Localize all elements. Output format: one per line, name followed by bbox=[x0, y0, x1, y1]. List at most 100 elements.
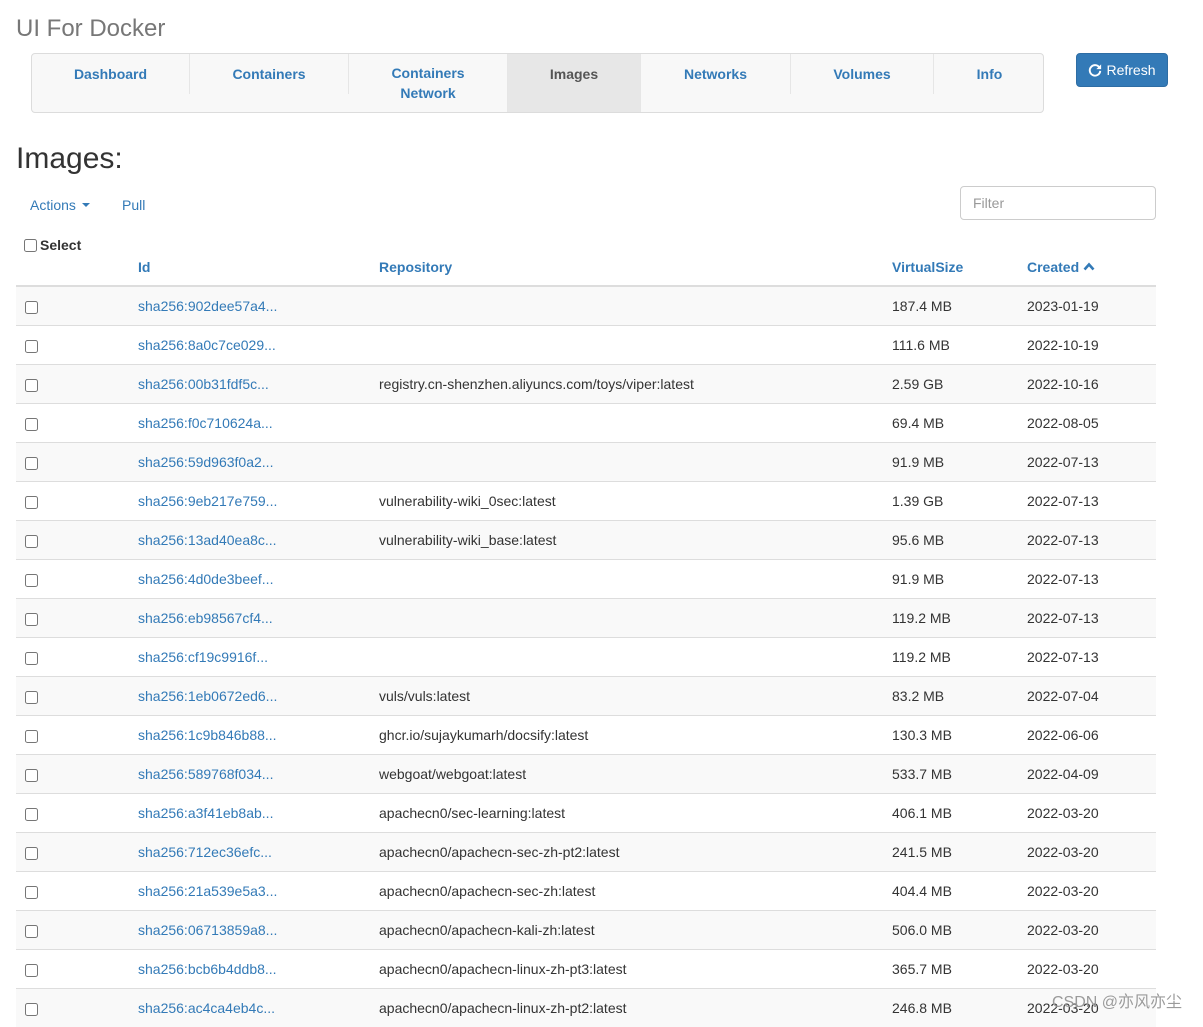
created-cell: 2022-03-20 bbox=[1027, 794, 1156, 833]
sort-by-size[interactable]: VirtualSize bbox=[892, 259, 963, 275]
created-cell: 2023-01-19 bbox=[1027, 286, 1156, 326]
image-id-link[interactable]: sha256:1eb0672ed6... bbox=[138, 688, 277, 704]
row-checkbox[interactable] bbox=[25, 340, 38, 353]
row-checkbox[interactable] bbox=[25, 691, 38, 704]
row-checkbox[interactable] bbox=[25, 847, 38, 860]
tab-images[interactable]: Images bbox=[508, 54, 641, 112]
image-id-link[interactable]: sha256:1c9b846b88... bbox=[138, 727, 277, 743]
size-cell: 130.3 MB bbox=[892, 716, 1027, 755]
tab-dashboard[interactable]: Dashboard bbox=[32, 54, 190, 94]
repository-cell: apachecn0/apachecn-linux-zh-pt2:latest bbox=[379, 989, 892, 1027]
row-checkbox[interactable] bbox=[25, 574, 38, 587]
row-select-cell bbox=[16, 286, 138, 326]
size-header: VirtualSize bbox=[892, 231, 1027, 286]
row-checkbox[interactable] bbox=[25, 535, 38, 548]
table-row: sha256:ac4ca4eb4c... apachecn0/apachecn-l… bbox=[16, 989, 1156, 1027]
size-cell: 2.59 GB bbox=[892, 365, 1027, 404]
row-checkbox[interactable] bbox=[25, 925, 38, 938]
repository-cell bbox=[379, 638, 892, 677]
created-cell: 2022-03-20 bbox=[1027, 872, 1156, 911]
image-id-link[interactable]: sha256:00b31fdf5c... bbox=[138, 376, 269, 392]
id-cell: sha256:bcb6b4ddb8... bbox=[138, 950, 379, 989]
created-cell: 2022-07-13 bbox=[1027, 560, 1156, 599]
row-checkbox[interactable] bbox=[25, 652, 38, 665]
row-select-cell bbox=[16, 599, 138, 638]
created-cell: 2022-08-05 bbox=[1027, 404, 1156, 443]
image-id-link[interactable]: sha256:8a0c7ce029... bbox=[138, 337, 276, 353]
refresh-button[interactable]: Refresh bbox=[1076, 53, 1168, 87]
image-id-link[interactable]: sha256:ac4ca4eb4c... bbox=[138, 1000, 275, 1016]
size-cell: 365.7 MB bbox=[892, 950, 1027, 989]
size-cell: 246.8 MB bbox=[892, 989, 1027, 1027]
sort-by-id[interactable]: Id bbox=[138, 259, 150, 275]
size-cell: 119.2 MB bbox=[892, 638, 1027, 677]
row-checkbox[interactable] bbox=[25, 1003, 38, 1016]
brand-title[interactable]: UI For Docker bbox=[16, 15, 165, 43]
image-id-link[interactable]: sha256:902dee57a4... bbox=[138, 298, 277, 314]
row-checkbox[interactable] bbox=[25, 496, 38, 509]
table-row: sha256:8a0c7ce029...111.6 MB2022-10-19 bbox=[16, 326, 1156, 365]
repository-cell bbox=[379, 560, 892, 599]
row-checkbox[interactable] bbox=[25, 769, 38, 782]
row-select-cell bbox=[16, 560, 138, 599]
size-cell: 91.9 MB bbox=[892, 560, 1027, 599]
refresh-label: Refresh bbox=[1106, 62, 1155, 78]
tab-networks[interactable]: Networks bbox=[641, 54, 791, 94]
sort-by-created[interactable]: Created bbox=[1027, 259, 1095, 275]
id-cell: sha256:4d0de3beef... bbox=[138, 560, 379, 599]
repository-cell: apachecn0/sec-learning:latest bbox=[379, 794, 892, 833]
created-cell: 2022-07-04 bbox=[1027, 677, 1156, 716]
image-id-link[interactable]: sha256:13ad40ea8c... bbox=[138, 532, 277, 548]
row-checkbox[interactable] bbox=[25, 457, 38, 470]
image-id-link[interactable]: sha256:a3f41eb8ab... bbox=[138, 805, 273, 821]
image-id-link[interactable]: sha256:9eb217e759... bbox=[138, 493, 277, 509]
tab-volumes[interactable]: Volumes bbox=[791, 54, 934, 94]
size-cell: 69.4 MB bbox=[892, 404, 1027, 443]
actions-dropdown[interactable]: Actions bbox=[30, 197, 90, 213]
image-id-link[interactable]: sha256:f0c710624a... bbox=[138, 415, 273, 431]
table-row: sha256:cf19c9916f...119.2 MB2022-07-13 bbox=[16, 638, 1156, 677]
image-id-link[interactable]: sha256:cf19c9916f... bbox=[138, 649, 268, 665]
main-nav: Dashboard Containers Containers Network … bbox=[31, 53, 1044, 113]
row-checkbox[interactable] bbox=[25, 379, 38, 392]
id-cell: sha256:cf19c9916f... bbox=[138, 638, 379, 677]
id-cell: sha256:f0c710624a... bbox=[138, 404, 379, 443]
image-id-link[interactable]: sha256:589768f034... bbox=[138, 766, 273, 782]
row-select-cell bbox=[16, 911, 138, 950]
repository-cell bbox=[379, 443, 892, 482]
row-checkbox[interactable] bbox=[25, 808, 38, 821]
image-id-link[interactable]: sha256:eb98567cf4... bbox=[138, 610, 273, 626]
image-id-link[interactable]: sha256:59d963f0a2... bbox=[138, 454, 273, 470]
tab-containers-network[interactable]: Containers Network bbox=[349, 54, 508, 112]
id-header: Id bbox=[138, 231, 379, 286]
row-checkbox[interactable] bbox=[25, 730, 38, 743]
sort-by-repository[interactable]: Repository bbox=[379, 259, 452, 275]
pull-button[interactable]: Pull bbox=[122, 197, 145, 213]
row-checkbox[interactable] bbox=[25, 418, 38, 431]
table-row: sha256:00b31fdf5c...registry.cn-shenzhen… bbox=[16, 365, 1156, 404]
table-row: sha256:eb98567cf4...119.2 MB2022-07-13 bbox=[16, 599, 1156, 638]
row-checkbox[interactable] bbox=[25, 964, 38, 977]
size-cell: 119.2 MB bbox=[892, 599, 1027, 638]
repository-cell: vulnerability-wiki_base:latest bbox=[379, 521, 892, 560]
image-id-link[interactable]: sha256:4d0de3beef... bbox=[138, 571, 273, 587]
table-row: sha256:bcb6b4ddb8...apachecn0/apachecn-l… bbox=[16, 950, 1156, 989]
row-checkbox[interactable] bbox=[25, 613, 38, 626]
image-id-link[interactable]: sha256:21a539e5a3... bbox=[138, 883, 277, 899]
select-all-checkbox[interactable] bbox=[24, 239, 37, 252]
table-row: sha256:902dee57a4...187.4 MB2023-01-19 bbox=[16, 286, 1156, 326]
tab-containers[interactable]: Containers bbox=[190, 54, 349, 94]
row-checkbox[interactable] bbox=[25, 886, 38, 899]
image-id-link[interactable]: sha256:06713859a8... bbox=[138, 922, 277, 938]
image-id-link[interactable]: sha256:bcb6b4ddb8... bbox=[138, 961, 277, 977]
filter-input[interactable] bbox=[960, 186, 1156, 220]
created-cell: 2022-03-20 bbox=[1027, 950, 1156, 989]
id-cell: sha256:13ad40ea8c... bbox=[138, 521, 379, 560]
tab-info[interactable]: Info bbox=[934, 54, 1045, 94]
created-cell: 2022-06-06 bbox=[1027, 716, 1156, 755]
select-header-label: Select bbox=[40, 237, 81, 253]
row-checkbox[interactable] bbox=[25, 301, 38, 314]
table-row: sha256:a3f41eb8ab... apachecn0/sec-learni… bbox=[16, 794, 1156, 833]
created-cell: 2022-07-13 bbox=[1027, 443, 1156, 482]
image-id-link[interactable]: sha256:712ec36efc... bbox=[138, 844, 272, 860]
